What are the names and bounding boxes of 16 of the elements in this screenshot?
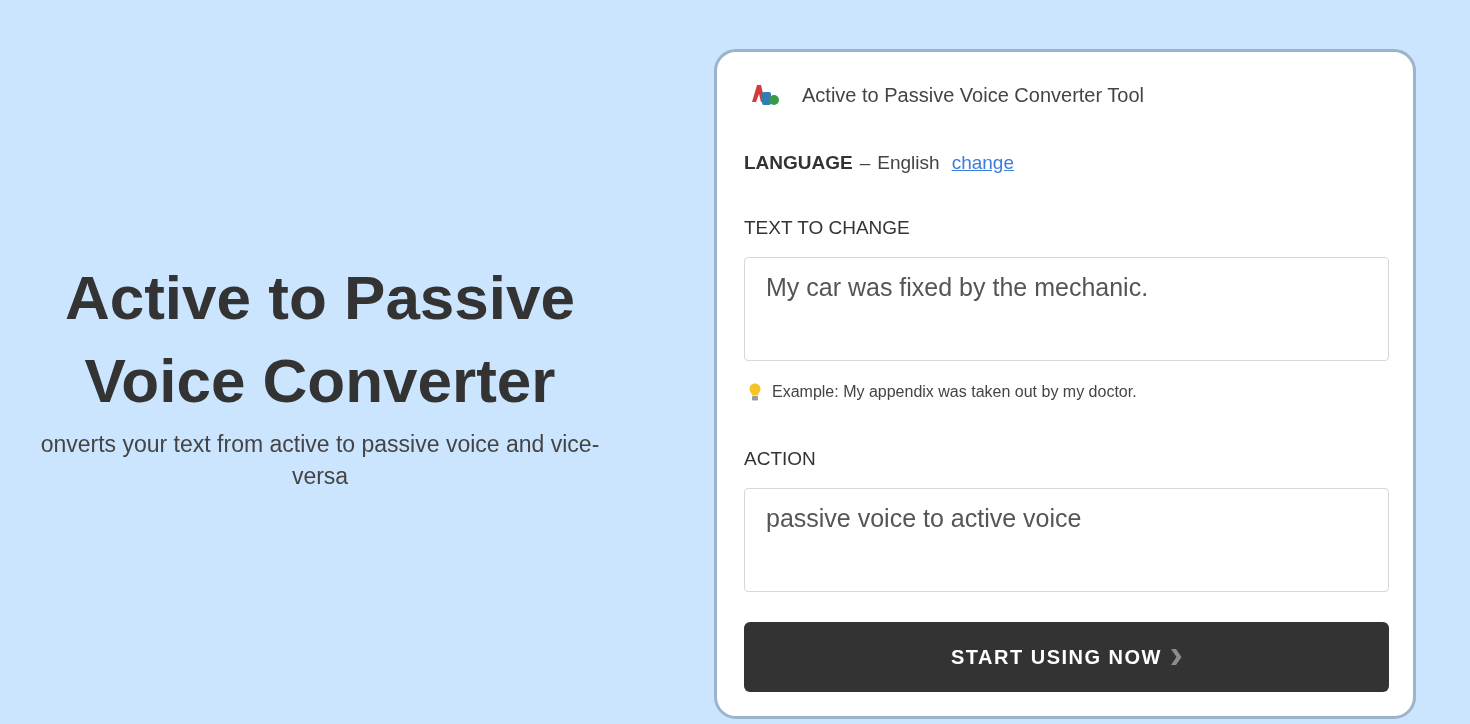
page-subtitle: onverts your text from active to passive voice and vice-versa — [39, 430, 601, 491]
start-using-now-button[interactable]: START USING NOW — [744, 622, 1389, 692]
separator-dash: – — [859, 152, 871, 174]
lightbulb-icon — [749, 383, 761, 401]
chevron-right-icon — [1170, 648, 1182, 666]
change-language-link[interactable]: change — [951, 152, 1014, 174]
field-label: ACTION — [744, 447, 817, 471]
field-label: TEXT TO CHANGE — [744, 216, 911, 240]
language-label: LANGUAGE — [744, 152, 853, 174]
language-value: English — [877, 152, 940, 174]
example-hint: Example: My appendix was taken out by my doctor. — [772, 383, 1137, 401]
text-input-field[interactable]: My car was fixed by the mechanic. — [744, 257, 1389, 361]
tool-title: Active to Passive Voice Converter Tool — [802, 83, 1145, 107]
blocks-icon — [750, 82, 780, 108]
page-heading: Active to Passive Voice Converter — [63, 262, 576, 417]
text-input-field[interactable]: passive voice to active voice — [744, 488, 1389, 592]
